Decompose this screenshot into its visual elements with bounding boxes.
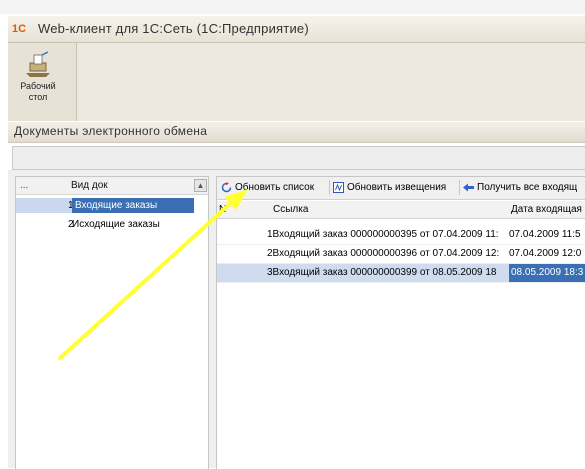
get-all-incoming-button[interactable]: Получить все входящ (463, 180, 585, 195)
table-row[interactable]: 1Входящий заказ 000000000395 от 07.04.20… (217, 226, 585, 245)
list-item[interactable]: 1 Входящие заказы (16, 198, 194, 213)
cell-date: 07.04.2009 11:5 (509, 229, 581, 240)
notices-icon (333, 182, 344, 193)
desktop-section-button[interactable]: Рабочий стол (10, 47, 66, 115)
desktop-label: Рабочий стол (20, 81, 56, 102)
desktop-icon (26, 51, 50, 77)
refresh-list-button[interactable]: Обновить список (221, 180, 327, 195)
table-row[interactable]: 3Входящий заказ 000000000399 от 08.05.20… (217, 264, 585, 283)
cell-date: 07.04.2009 12:0 (509, 248, 582, 259)
app-logo-icon: 1С (12, 23, 27, 35)
form-header: Документы электронного обмена (8, 122, 585, 143)
table-row[interactable]: 2Входящий заказ 000000000396 от 07.04.20… (217, 245, 585, 264)
grid-column-link[interactable]: Ссылка (273, 204, 308, 215)
cell-link: 1Входящий заказ 000000000395 от 07.04.20… (267, 229, 499, 240)
form-title: Документы электронного обмена (14, 124, 208, 138)
title-bar: 1С Web-клиент для 1С:Сеть (1С:Предприяти… (8, 16, 585, 43)
grid-column-n[interactable]: N (219, 204, 226, 215)
list-item-label: Исходящие заказы (72, 219, 160, 230)
refresh-icon (221, 182, 232, 193)
get-all-incoming-label: Получить все входящ (477, 182, 578, 193)
list-header: ... Вид док ▲ (16, 177, 208, 195)
document-kind-list: ... Вид док ▲ 1 Входящие заказы 2 Исходя… (15, 176, 209, 469)
command-separator (329, 180, 330, 195)
receive-arrow-icon (463, 183, 474, 192)
command-separator (459, 180, 460, 195)
list-column-kind[interactable]: Вид док (71, 180, 108, 191)
grid-header: N Ссылка Дата входящая (217, 201, 585, 219)
section-panel-area (77, 43, 585, 121)
cell-date: 08.05.2009 18:3 (509, 264, 585, 282)
refresh-notices-button[interactable]: Обновить извещения (333, 180, 457, 195)
cell-link: 3Входящий заказ 000000000399 от 08.05.20… (267, 267, 497, 278)
cell-link: 2Входящий заказ 000000000396 от 07.04.20… (267, 248, 500, 259)
list-column-num: ... (20, 180, 29, 191)
refresh-list-label: Обновить список (235, 182, 315, 193)
form-command-bar (12, 146, 585, 170)
refresh-notices-label: Обновить извещения (347, 182, 447, 193)
window-top-strip (0, 0, 585, 14)
list-scroll-up-icon[interactable]: ▲ (194, 179, 207, 192)
command-bar: Обновить список Обновить извещения Получ… (217, 177, 585, 200)
window-title: Web-клиент для 1С:Сеть (1С:Предприятие) (38, 21, 309, 36)
list-item[interactable]: 2 Исходящие заказы (16, 217, 194, 232)
documents-panel: Обновить список Обновить извещения Получ… (216, 176, 585, 469)
grid-column-date[interactable]: Дата входящая (511, 204, 582, 215)
list-item-label: Входящие заказы (72, 198, 194, 213)
